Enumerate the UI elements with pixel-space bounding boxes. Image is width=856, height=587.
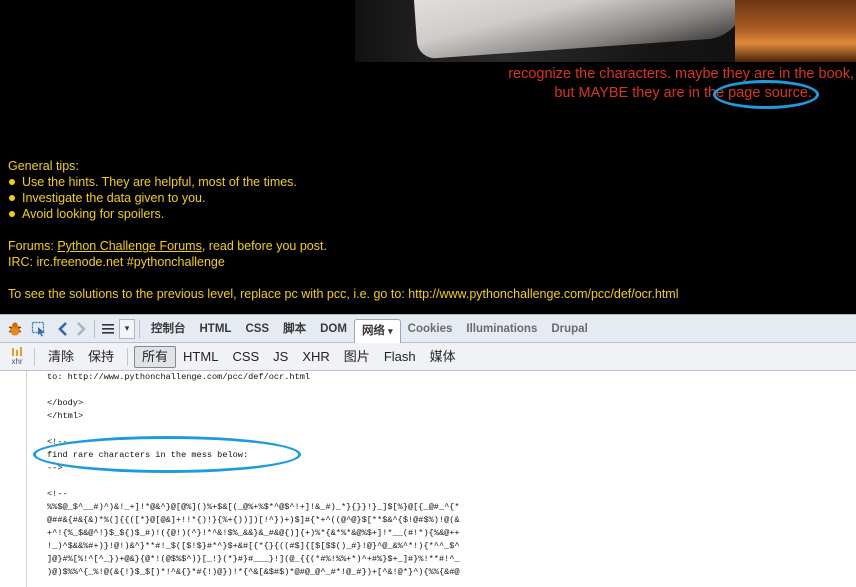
forums-prefix: Forums: [8,239,58,253]
source-gutter [26,371,27,587]
highlight-ellipse-page-source [713,80,819,109]
webpage-content: recognize the characters. maybe they are… [0,0,856,313]
source-line: )@)$%%^{_%!@(&{!}$_$[)*!^&{}*#{!)@})!*{^… [47,567,460,577]
tip-item: Investigate the data given to you. [8,190,297,206]
tab-net[interactable]: 网络 ▾ [353,318,401,343]
tip-item: Use the hints. They are helpful, most of… [8,174,297,190]
book-photo [355,0,856,62]
toolbar-separator [94,319,95,338]
forums-info: Forums: Python Challenge Forums, read be… [8,238,327,270]
xhr-breakpoint-icon[interactable]: xhr [6,346,28,368]
highlight-ellipse-find-rare [33,436,301,473]
firebug-toolbar: ▾ 控制台 HTML CSS 脚本 DOM 网络 ▾ Cookies Illum… [0,314,856,343]
source-line: <!-- [47,489,68,499]
xhr-icon-label: xhr [11,357,23,366]
tab-dom[interactable]: DOM [313,318,354,340]
back-arrow-icon[interactable] [54,320,72,338]
clear-button[interactable]: 清除 [41,347,81,367]
inspect-icon[interactable] [30,320,48,338]
source-line: </html> [47,411,84,421]
irc-line: IRC: irc.freenode.net #pythonchallenge [8,255,225,269]
persist-button[interactable]: 保持 [81,347,121,367]
filter-images[interactable]: 图片 [337,347,377,367]
tip-item: Avoid looking for spoilers. [8,206,297,222]
filter-media[interactable]: 媒体 [423,347,463,367]
response-source-view[interactable]: to: http://www.pythonchallenge.com/pcc/d… [0,371,856,587]
source-line: %%$@_$^__#)^)&!_+]!*@&^}@[@%]()%+$&[(_@%… [47,502,460,512]
firebug-bug-icon[interactable] [6,320,24,338]
filter-all[interactable]: 所有 [134,345,177,368]
forums-line: Forums: Python Challenge Forums, read be… [8,238,327,254]
tab-html[interactable]: HTML [193,318,239,340]
book-image [412,0,748,60]
tab-css[interactable]: CSS [238,318,276,340]
forward-arrow-icon[interactable] [72,320,90,338]
filter-separator [34,347,35,366]
source-line: ]@}#%[%!^[^_})+@&}{@*!(@$%$^)}[_!}(*}#}#… [47,554,460,564]
tab-illuminations[interactable]: Illuminations [459,318,544,340]
net-filter-bar: xhr 清除 保持 所有 HTML CSS JS XHR 图片 Flash 媒体 [0,343,856,371]
tab-script[interactable]: 脚本 [276,318,313,340]
filter-css[interactable]: CSS [225,347,266,367]
filter-separator [127,347,129,366]
source-line: to: http://www.pythonchallenge.com/pcc/d… [47,372,311,382]
tips-list: Use the hints. They are helpful, most of… [8,174,297,222]
tab-console[interactable]: 控制台 [144,318,193,340]
toolbar-separator [139,319,140,338]
source-line: +^!{%_$&@^!}$_${)$_#)!({@!)(^}!*^&!$%_&&… [47,528,460,538]
tab-net-label: 网络 [361,324,385,337]
general-tips: General tips: Use the hints. They are he… [8,158,297,222]
chevron-down-icon[interactable]: ▾ [388,326,393,336]
filter-js[interactable]: JS [266,347,295,367]
source-line: !_)^$&&%#+)}!@!)&^}**#!_$([$!$}#*^}$+&#[… [47,541,460,551]
hint-line-2-prefix: but MAYBE they are in the [554,85,729,101]
tips-heading: General tips: [8,159,79,173]
tab-cookies[interactable]: Cookies [401,318,460,340]
source-line: </body> [47,398,84,408]
solutions-text: To see the solutions to the previous lev… [8,287,679,301]
source-text: to: http://www.pythonchallenge.com/pcc/d… [47,371,460,579]
lamp-glow [735,0,856,62]
filter-flash[interactable]: Flash [377,347,423,367]
forums-suffix: , read before you post. [201,239,327,253]
filter-html[interactable]: HTML [176,347,225,367]
filter-xhr[interactable]: XHR [295,347,336,367]
dropdown-arrow-icon[interactable]: ▾ [119,318,135,339]
tab-drupal[interactable]: Drupal [544,318,594,340]
forums-link[interactable]: Python Challenge Forums [57,239,202,253]
panel-menu-icon[interactable] [99,320,117,338]
source-line: @##&{#&{&)*%(]{{([*}@[@&]+!!*{)!}{%+{))]… [47,515,460,525]
